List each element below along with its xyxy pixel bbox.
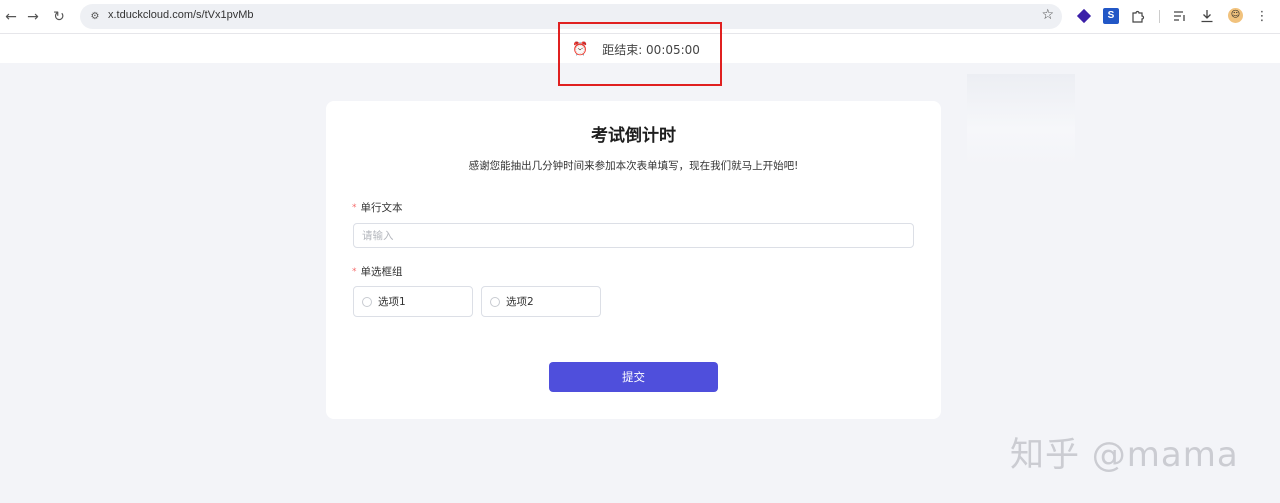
reload-icon: ↻ [53, 9, 65, 25]
back-button[interactable]: ← [0, 6, 22, 28]
bookmark-star-icon[interactable]: ☆ [1041, 7, 1054, 23]
required-marker: * [352, 266, 357, 277]
site-settings-icon[interactable]: ⚙ [88, 9, 102, 23]
radio-option-1[interactable]: 选项1 [353, 286, 473, 317]
puzzle-extension-icon[interactable] [1130, 8, 1146, 24]
reload-button[interactable]: ↻ [48, 6, 70, 28]
download-arrow-icon [1201, 10, 1213, 23]
download-icon[interactable] [1199, 8, 1215, 24]
radio-option-label: 选项2 [506, 296, 534, 308]
timer-highlight-box [558, 22, 722, 86]
arrow-left-icon: ← [5, 9, 17, 25]
toolbar-divider [1159, 10, 1160, 23]
reading-list-icon[interactable] [1172, 8, 1188, 24]
more-menu-icon[interactable]: ⋮ [1254, 8, 1270, 24]
single-line-text-input[interactable] [353, 223, 914, 248]
side-placeholder-panel [967, 74, 1075, 166]
radio-circle-icon [490, 296, 500, 307]
radio-circle-icon [362, 296, 372, 307]
url-text: x.tduckcloud.com/s/tVx1pvMb [108, 9, 254, 21]
radio-group-label-text: 单选框组 [360, 266, 403, 278]
puzzle-icon [1132, 10, 1145, 23]
form-description: 感谢您能抽出几分钟时间来参加本次表单填写，现在我们就马上开始吧! [468, 160, 799, 172]
text-field-label: * 单行文本 [352, 200, 403, 215]
form-title: 考试倒计时 [591, 126, 676, 146]
radio-group-label: * 单选框组 [352, 264, 403, 279]
zhihu-watermark: 知乎 @mama [1010, 435, 1239, 475]
radio-option-label: 选项1 [378, 296, 406, 308]
text-field-label-text: 单行文本 [360, 202, 403, 214]
gem-extension-icon[interactable] [1076, 8, 1092, 24]
s-extension-icon[interactable]: S [1103, 8, 1119, 24]
arrow-right-icon: → [27, 9, 39, 25]
forward-button[interactable]: → [22, 6, 44, 28]
radio-option-2[interactable]: 选项2 [481, 286, 601, 317]
form-card: 考试倒计时 感谢您能抽出几分钟时间来参加本次表单填写，现在我们就马上开始吧! *… [326, 101, 941, 419]
list-icon [1174, 11, 1185, 21]
submit-button[interactable]: 提交 [549, 362, 718, 392]
profile-avatar-icon[interactable]: ☺ [1228, 8, 1243, 23]
required-marker: * [352, 202, 357, 213]
